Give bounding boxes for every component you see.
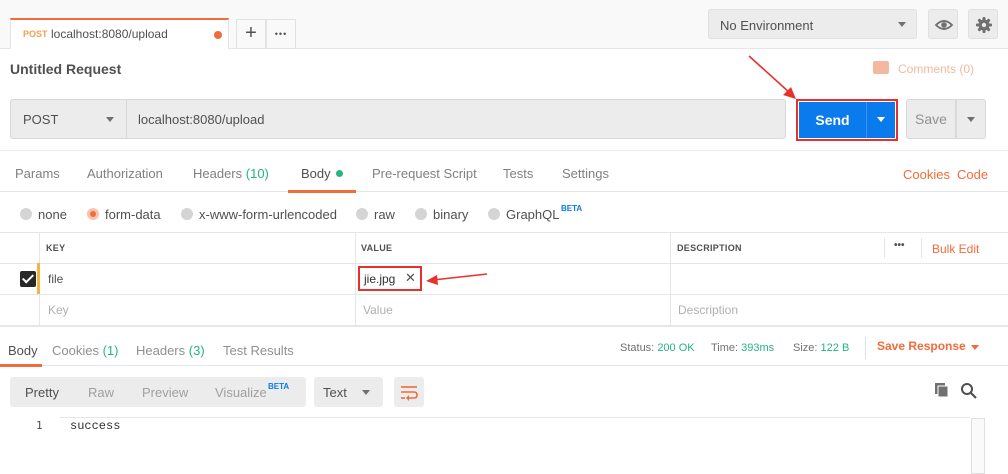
visualize-beta-badge: BETA	[268, 382, 290, 391]
response-tabs: Body Cookies (1) Headers (3) Test Result…	[0, 326, 1008, 367]
response-tab-headers-label: Headers	[136, 343, 186, 358]
size-label: Size:	[793, 342, 818, 354]
response-tab-body[interactable]: Body	[8, 343, 38, 358]
response-tab-test-results[interactable]: Test Results	[223, 343, 294, 358]
response-tab-cookies[interactable]: Cookies (1)	[52, 343, 118, 358]
status-value: 200 OK	[657, 342, 695, 354]
caret-down-icon	[971, 345, 979, 350]
status-label: Status:	[620, 342, 655, 354]
response-tab-headers[interactable]: Headers (3)	[136, 343, 205, 358]
format-tabs: Pretty Raw Preview Visualize BETA	[10, 377, 306, 407]
format-preview[interactable]: Preview	[142, 385, 188, 400]
copy-icon	[935, 383, 949, 398]
response-body-editor[interactable]: 1 success	[0, 416, 1008, 474]
search-button[interactable]	[960, 382, 978, 400]
size-readout: Size: 122 B	[793, 342, 849, 354]
caret-down-icon	[362, 390, 370, 395]
format-pretty[interactable]: Pretty	[25, 385, 59, 400]
editor-gutter-border	[60, 417, 970, 418]
time-label: Time:	[711, 342, 739, 354]
format-visualize[interactable]: Visualize	[215, 385, 267, 400]
response-active-tab-indicator	[0, 364, 42, 367]
language-select-value: Text	[323, 385, 347, 400]
divider	[865, 337, 866, 359]
wrap-lines-button[interactable]	[394, 377, 424, 407]
response-tab-cookies-count: (1)	[102, 343, 119, 358]
language-select[interactable]: Text	[314, 377, 383, 407]
format-raw[interactable]: Raw	[88, 385, 114, 400]
line-number: 1	[36, 419, 43, 432]
response-tab-cookies-label: Cookies	[52, 343, 99, 358]
response-tab-headers-count: (3)	[188, 343, 205, 358]
size-value: 122 B	[820, 342, 850, 354]
time-readout: Time: 393ms	[711, 342, 774, 354]
code-line: success	[70, 419, 121, 433]
search-icon	[961, 383, 977, 399]
status-readout: Status: 200 OK	[620, 342, 695, 354]
editor-scrollbar[interactable]	[971, 418, 985, 474]
copy-button[interactable]	[934, 382, 950, 398]
time-value: 393ms	[741, 342, 775, 354]
save-response-button[interactable]: Save Response	[877, 339, 966, 353]
wrap-lines-icon	[401, 386, 418, 401]
